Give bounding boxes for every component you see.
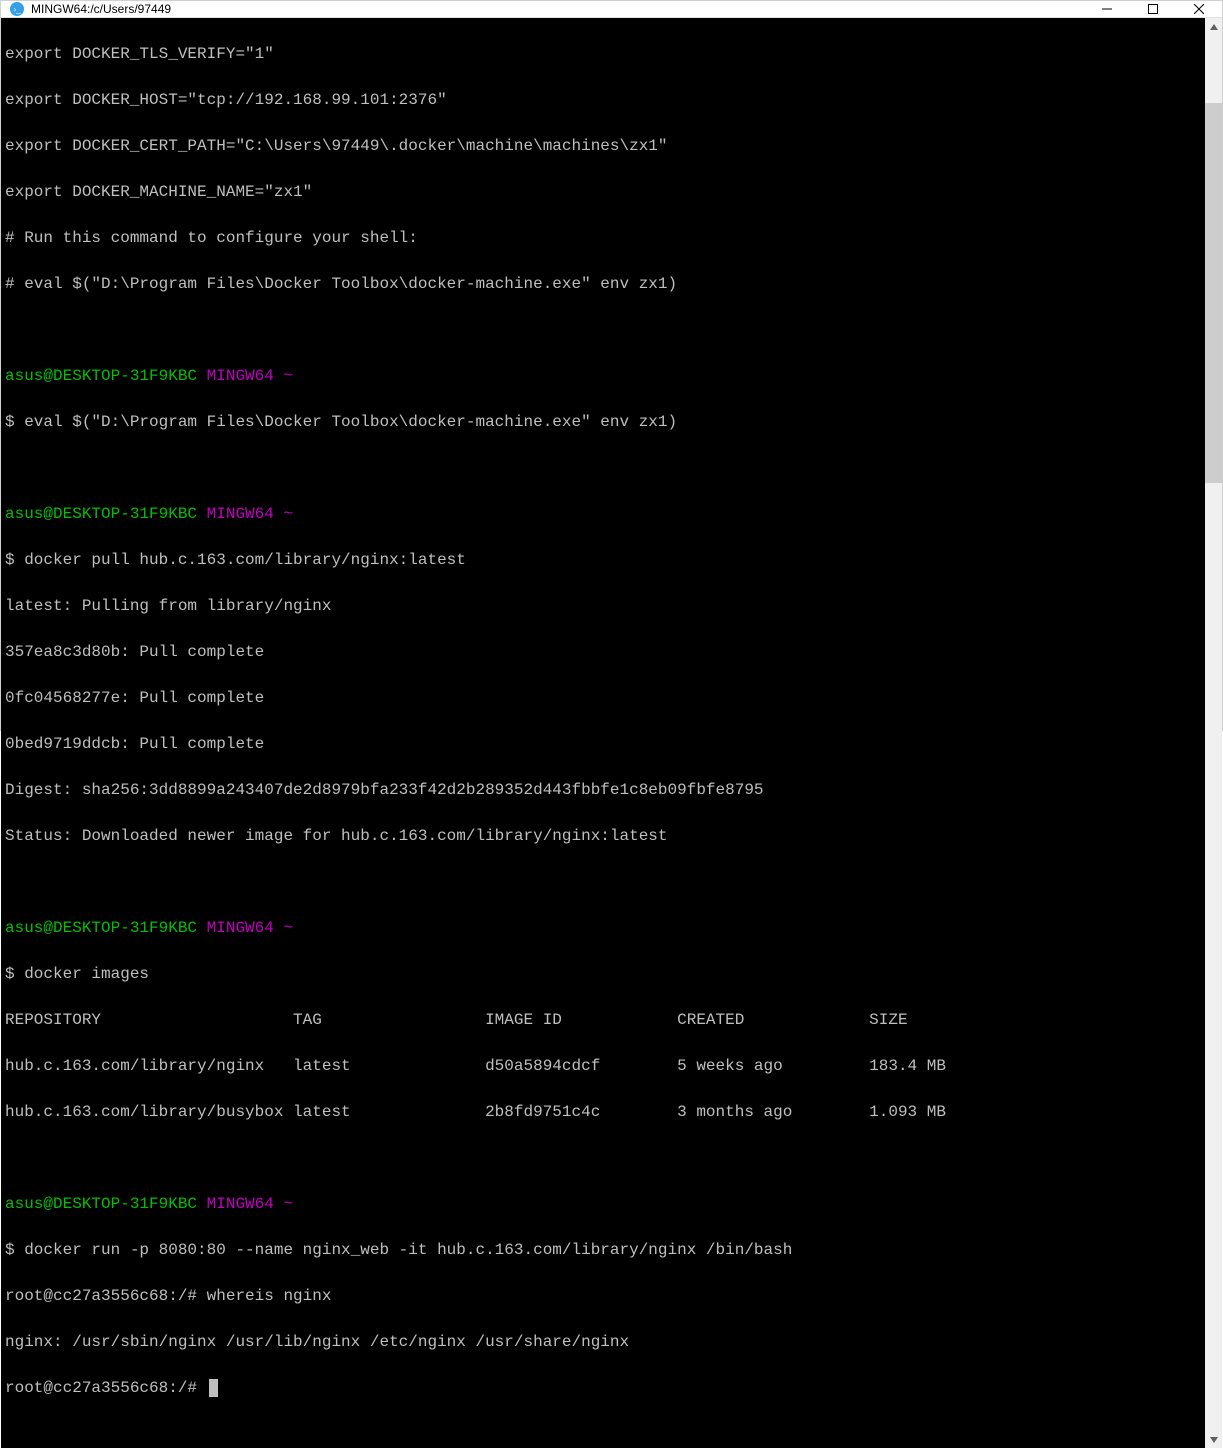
scroll-down-button[interactable]	[1205, 1431, 1222, 1448]
table-row: hub.c.163.com/library/busybox latest 2b8…	[5, 1101, 1201, 1124]
output-line: nginx: /usr/sbin/nginx /usr/lib/nginx /e…	[5, 1331, 1201, 1354]
scrollbar-thumb[interactable]	[1205, 103, 1222, 483]
prompt-path: ~	[283, 919, 293, 937]
prompt-user: asus@DESKTOP-31F9KBC	[5, 1195, 197, 1213]
prompt-env: MINGW64	[207, 1195, 274, 1213]
table-row: hub.c.163.com/library/nginx latest d50a5…	[5, 1055, 1201, 1078]
output-line: Status: Downloaded newer image for hub.c…	[5, 825, 1201, 848]
prompt-path: ~	[283, 367, 293, 385]
output-line: 0bed9719ddcb: Pull complete	[5, 733, 1201, 756]
output-line: export DOCKER_MACHINE_NAME="zx1"	[5, 181, 1201, 204]
output-line: # Run this command to configure your she…	[5, 227, 1201, 250]
prompt-user: asus@DESKTOP-31F9KBC	[5, 367, 197, 385]
app-icon: ›_	[9, 1, 25, 17]
output-line: root@cc27a3556c68:/# whereis nginx	[5, 1285, 1201, 1308]
prompt-user: asus@DESKTOP-31F9KBC	[5, 919, 197, 937]
output-line: # eval $("D:\Program Files\Docker Toolbo…	[5, 273, 1201, 296]
terminal-window: ›_ MINGW64:/c/Users/97449 export DOCKER_…	[0, 0, 1223, 731]
command-line: $ docker images	[5, 963, 1201, 986]
root-prompt: root@cc27a3556c68:/#	[5, 1379, 207, 1397]
output-line: 357ea8c3d80b: Pull complete	[5, 641, 1201, 664]
prompt-path: ~	[283, 505, 293, 523]
window-controls	[1084, 1, 1222, 17]
command-line: $ docker pull hub.c.163.com/library/ngin…	[5, 549, 1201, 572]
maximize-button[interactable]	[1130, 1, 1176, 17]
output-line: export DOCKER_CERT_PATH="C:\Users\97449\…	[5, 135, 1201, 158]
scrollbar-track[interactable]	[1205, 35, 1222, 1431]
terminal-content[interactable]: export DOCKER_TLS_VERIFY="1" export DOCK…	[1, 18, 1205, 1448]
prompt-line: asus@DESKTOP-31F9KBC MINGW64 ~	[5, 917, 1201, 940]
blank-line	[5, 319, 1201, 342]
output-line: export DOCKER_TLS_VERIFY="1"	[5, 43, 1201, 66]
blank-line	[5, 871, 1201, 894]
output-line: export DOCKER_HOST="tcp://192.168.99.101…	[5, 89, 1201, 112]
prompt-line: asus@DESKTOP-31F9KBC MINGW64 ~	[5, 1193, 1201, 1216]
output-line: Digest: sha256:3dd8899a243407de2d8979bfa…	[5, 779, 1201, 802]
prompt-user: asus@DESKTOP-31F9KBC	[5, 505, 197, 523]
command-line: $ docker run -p 8080:80 --name nginx_web…	[5, 1239, 1201, 1262]
svg-text:›_: ›_	[13, 5, 21, 14]
table-header: REPOSITORY TAG IMAGE ID CREATED SIZE	[5, 1009, 1201, 1032]
terminal-body[interactable]: export DOCKER_TLS_VERIFY="1" export DOCK…	[1, 18, 1222, 1448]
titlebar[interactable]: ›_ MINGW64:/c/Users/97449	[1, 1, 1222, 18]
prompt-env: MINGW64	[207, 367, 274, 385]
cursor-icon	[209, 1379, 218, 1397]
prompt-env: MINGW64	[207, 919, 274, 937]
scroll-up-button[interactable]	[1205, 18, 1222, 35]
blank-line	[5, 457, 1201, 480]
prompt-path: ~	[283, 1195, 293, 1213]
vertical-scrollbar[interactable]	[1205, 18, 1222, 1448]
output-line: latest: Pulling from library/nginx	[5, 595, 1201, 618]
prompt-line: asus@DESKTOP-31F9KBC MINGW64 ~	[5, 503, 1201, 526]
prompt-env: MINGW64	[207, 505, 274, 523]
prompt-line: root@cc27a3556c68:/#	[5, 1377, 1201, 1400]
output-line: 0fc04568277e: Pull complete	[5, 687, 1201, 710]
command-line: $ eval $("D:\Program Files\Docker Toolbo…	[5, 411, 1201, 434]
prompt-line: asus@DESKTOP-31F9KBC MINGW64 ~	[5, 365, 1201, 388]
blank-line	[5, 1147, 1201, 1170]
window-title: MINGW64:/c/Users/97449	[31, 2, 1084, 16]
close-button[interactable]	[1176, 1, 1222, 17]
minimize-button[interactable]	[1084, 1, 1130, 17]
